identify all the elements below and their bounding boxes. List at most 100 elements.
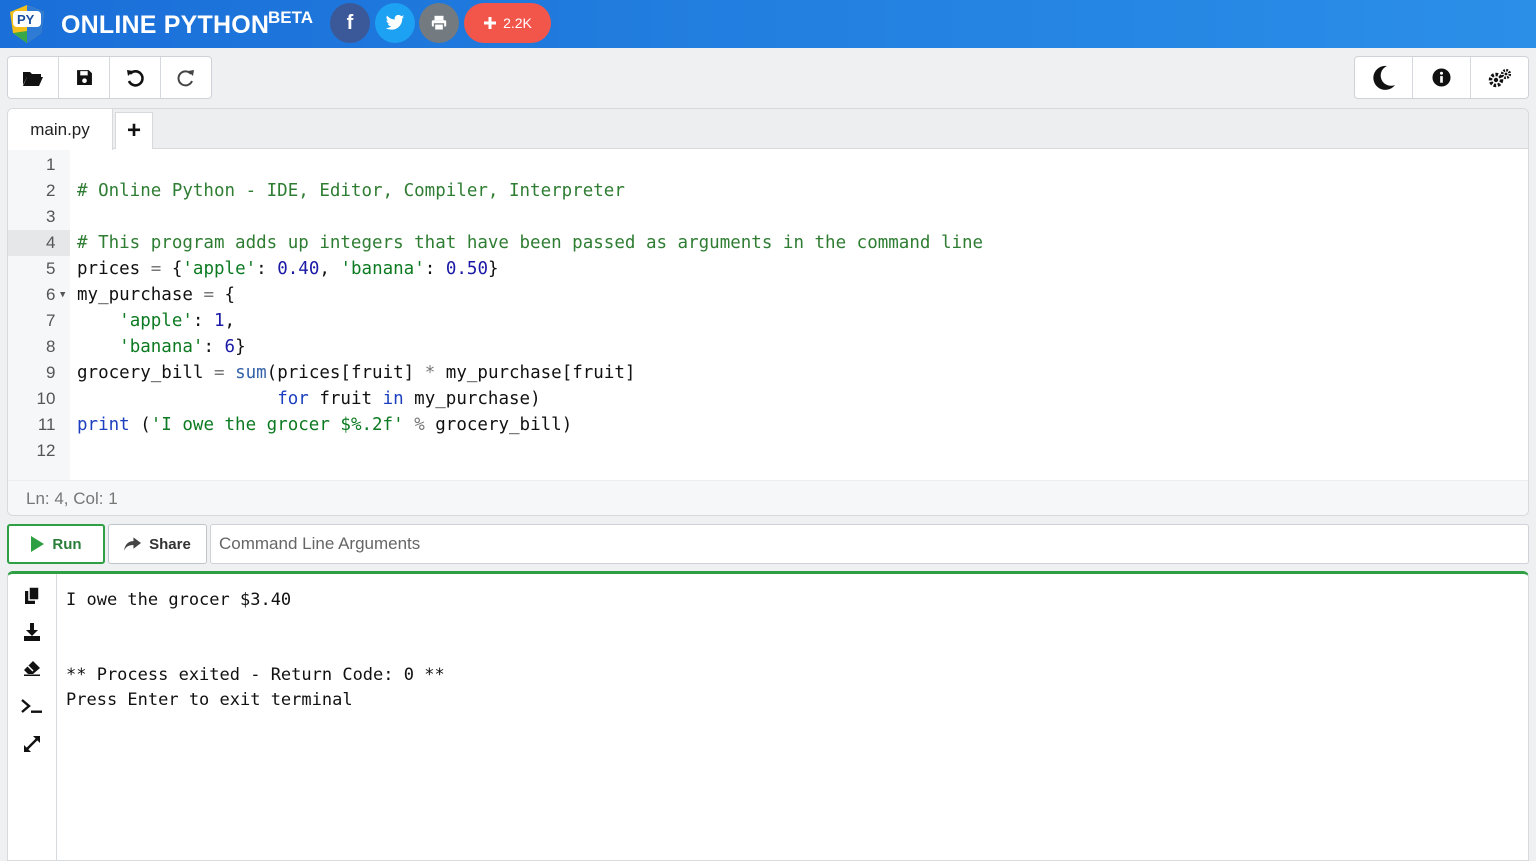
view-toolbar [1354, 56, 1529, 99]
code-token: 0.50 [445, 259, 488, 279]
code-token: 1 [214, 311, 225, 331]
save-icon [76, 70, 92, 85]
line-number: 7 [46, 311, 56, 330]
run-label: Run [52, 535, 82, 553]
code-token: 'banana' [340, 259, 425, 279]
facebook-share-button[interactable]: f [330, 3, 370, 43]
code-token: grocery_bill [77, 363, 214, 383]
code-token: , [319, 259, 341, 279]
terminal-panel[interactable]: I owe the grocer $3.40 ** Process exited… [7, 571, 1529, 861]
expand-icon [24, 736, 40, 752]
line-number: 5 [46, 259, 56, 278]
app-header: PY ONLINE PYTHON BETA f 2.2K [0, 0, 1536, 48]
eraser-icon [24, 661, 40, 676]
terminal-sidebar [8, 574, 57, 860]
open-file-button[interactable] [8, 57, 59, 98]
code-token: ( [129, 415, 151, 435]
code-token: in [382, 389, 404, 409]
add-tab-button[interactable]: + [115, 112, 153, 149]
line-number: 6 [46, 285, 56, 304]
share-button[interactable]: Share [108, 524, 207, 564]
code-token: = [213, 363, 225, 383]
code-token: { [161, 259, 183, 279]
plus-icon [484, 17, 497, 29]
undo-button[interactable] [110, 57, 161, 98]
open-terminal-button[interactable] [20, 694, 44, 718]
code-line: 10 for fruit in my_purchase) [8, 386, 1528, 412]
code-line: 1 [8, 152, 1528, 178]
code-line: 2 # Online Python - IDE, Editor, Compiler… [8, 178, 1528, 204]
line-number: 11 [37, 415, 56, 434]
file-tabs: main.py + [8, 109, 1528, 150]
brand-title[interactable]: ONLINE PYTHON [61, 11, 269, 40]
print-icon [431, 15, 447, 31]
twitter-share-button[interactable] [375, 3, 415, 43]
code-token: 'banana' [119, 337, 204, 357]
info-button[interactable] [1413, 57, 1471, 98]
download-output-button[interactable] [20, 620, 44, 644]
code-token: * [424, 363, 436, 383]
line-number: 2 [46, 181, 56, 200]
code-token: , [224, 311, 236, 331]
line-number: 12 [36, 441, 56, 460]
code-token: : [256, 259, 278, 279]
copy-output-button[interactable] [20, 584, 44, 608]
code-token: grocery_bill) [424, 415, 573, 435]
info-icon [1432, 68, 1451, 87]
code-token: my_purchase) [403, 389, 541, 409]
code-token: } [235, 337, 246, 357]
tab-main-py[interactable]: main.py [8, 109, 113, 150]
download-icon [24, 623, 40, 641]
share-arrow-icon [124, 537, 142, 551]
code-token: 'apple' [119, 311, 193, 331]
cursor-status: Ln: 4, Col: 1 [8, 480, 1528, 515]
code-token: print [77, 415, 130, 435]
code-token: = [203, 285, 214, 305]
clear-output-button[interactable] [20, 656, 44, 680]
code-line: 3 [8, 204, 1528, 230]
open-folder-icon [23, 71, 43, 86]
code-token: 'I owe the grocer $%.2f' [150, 415, 404, 435]
settings-icon [1488, 68, 1511, 87]
command-line-arguments-input[interactable] [210, 524, 1529, 564]
file-toolbar [7, 56, 212, 99]
share-count-button[interactable]: 2.2K [464, 3, 551, 43]
code-token: : [203, 337, 225, 357]
fold-arrow-icon[interactable]: ▼ [55, 290, 70, 300]
logo-text: PY [17, 12, 35, 27]
expand-terminal-button[interactable] [20, 732, 44, 756]
settings-button[interactable] [1471, 57, 1528, 98]
code-line: 5 prices = {'apple': 0.40, 'banana': 0.50… [8, 256, 1528, 282]
print-button[interactable] [419, 3, 459, 43]
terminal-output: I owe the grocer $3.40 ** Process exited… [66, 590, 445, 710]
twitter-icon [385, 14, 405, 30]
save-button[interactable] [59, 57, 110, 98]
code-token: 6 [224, 337, 236, 357]
moon-icon [1372, 65, 1395, 90]
terminal-icon [21, 699, 42, 713]
beta-badge: BETA [268, 8, 314, 27]
code-line: 8 'banana': 6} [8, 334, 1528, 360]
code-token: } [488, 259, 499, 279]
code-area[interactable]: 1 2 # Online Python - IDE, Editor, Compil… [8, 150, 1528, 480]
code-line: 11 print ('I owe the grocer $%.2f' % groc… [8, 412, 1528, 438]
code-token: fruit [308, 389, 383, 409]
line-number: 10 [36, 389, 56, 408]
python-logo-icon[interactable]: PY [6, 3, 48, 45]
line-number: 3 [46, 207, 56, 226]
share-count: 2.2K [503, 15, 532, 31]
redo-icon [177, 69, 194, 86]
undo-icon [127, 69, 144, 87]
code-token: : [424, 259, 446, 279]
dark-mode-button[interactable] [1355, 57, 1413, 98]
line-number: 9 [46, 363, 56, 382]
code-line: 12 [8, 438, 1528, 464]
code-token: for [277, 389, 309, 409]
redo-button[interactable] [161, 57, 211, 98]
run-button[interactable]: Run [7, 524, 105, 564]
code-token: my_purchase[fruit] [435, 363, 636, 383]
